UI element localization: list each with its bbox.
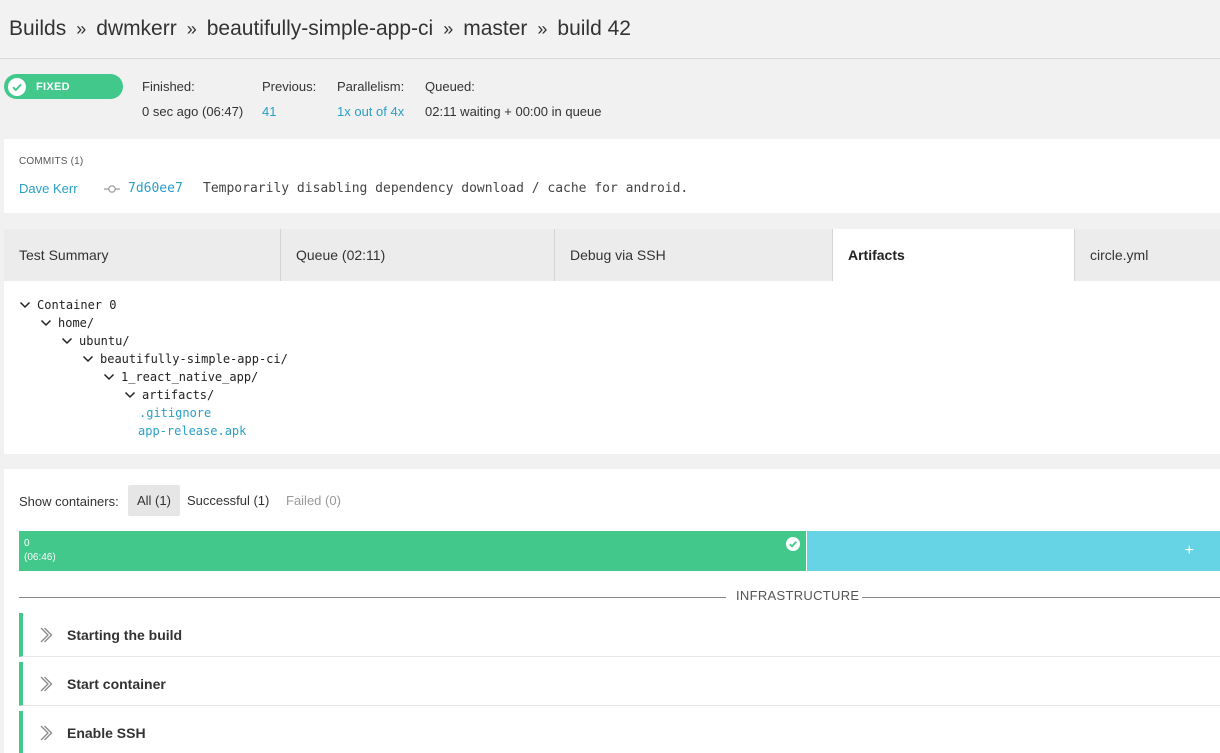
chevron-down-icon — [82, 355, 94, 363]
tree-node-container[interactable]: Container 0 — [19, 298, 116, 312]
status-badge: FIXED — [4, 74, 123, 99]
artifact-file-link[interactable]: .gitignore — [139, 406, 211, 420]
tab-circle-yml[interactable]: circle.yml — [1075, 229, 1220, 281]
tree-node-label: home/ — [58, 316, 95, 330]
tree-node-folder[interactable]: artifacts/ — [124, 388, 214, 402]
filter-successful-button[interactable]: Successful (1) — [178, 485, 278, 516]
tree-node-label: beautifully-simple-app-ci/ — [100, 352, 288, 366]
finished-value: 0 sec ago (06:47) — [142, 104, 244, 119]
plus-icon: + — [1184, 542, 1194, 559]
parallelism-info: Parallelism: 1x out of 4x — [337, 79, 404, 119]
tab-artifacts[interactable]: Artifacts — [833, 229, 1075, 281]
breadcrumb-user[interactable]: dwmkerr — [96, 17, 177, 41]
step-name: Start container — [67, 675, 166, 692]
commit-message: Temporarily disabling dependency downloa… — [203, 181, 689, 196]
tree-node-folder[interactable]: ubuntu/ — [61, 334, 130, 348]
filter-all-button[interactable]: All (1) — [128, 485, 180, 516]
commit-author-link[interactable]: Dave Kerr — [19, 181, 78, 196]
chevron-down-icon — [19, 301, 31, 309]
build-step-enable-ssh[interactable]: Enable SSH — [19, 711, 1220, 753]
breadcrumb-branch[interactable]: master — [463, 17, 527, 41]
breadcrumb-separator: » — [443, 18, 454, 39]
commit-icon — [104, 182, 120, 200]
breadcrumb-separator: » — [186, 18, 197, 39]
chevron-right-icon — [40, 627, 53, 642]
queued-label: Queued: — [425, 79, 475, 94]
parallelism-link[interactable]: 1x out of 4x — [337, 104, 404, 119]
tree-node-label: 1_react_native_app/ — [121, 370, 259, 384]
chevron-right-icon — [40, 725, 53, 740]
artifact-file-link[interactable]: app-release.apk — [138, 424, 246, 438]
build-step-starting-build[interactable]: Starting the build — [19, 613, 1220, 657]
check-circle-icon — [786, 537, 800, 551]
commits-title: COMMITS (1) — [19, 156, 84, 167]
chevron-down-icon — [40, 319, 52, 327]
breadcrumb-builds[interactable]: Builds — [9, 17, 66, 41]
finished-info: Finished: 0 sec ago (06:47) — [142, 79, 243, 119]
breadcrumb-build: build 42 — [557, 17, 631, 40]
previous-build-link[interactable]: 41 — [262, 104, 316, 119]
tab-test-summary[interactable]: Test Summary — [4, 229, 281, 281]
infrastructure-heading: INFRASTRUCTURE — [736, 588, 860, 603]
previous-info: Previous: 41 — [262, 79, 316, 119]
breadcrumb-project[interactable]: beautifully-simple-app-ci — [207, 17, 433, 41]
chevron-down-icon — [103, 373, 115, 381]
add-containers-button[interactable]: + — [807, 531, 1220, 571]
breadcrumb: Builds » dwmkerr » beautifully-simple-ap… — [0, 0, 1220, 59]
show-containers-label: Show containers: — [19, 494, 119, 509]
tab-debug-ssh[interactable]: Debug via SSH — [555, 229, 833, 281]
containers-panel: Show containers: All (1) Successful (1) … — [4, 469, 1220, 753]
step-name: Enable SSH — [67, 724, 146, 741]
build-step-start-container[interactable]: Start container — [19, 662, 1220, 706]
finished-label: Finished: — [142, 79, 195, 94]
tree-node-folder[interactable]: home/ — [40, 316, 94, 330]
tree-node-label: artifacts/ — [142, 388, 215, 402]
container-duration: (06:46) — [24, 552, 56, 563]
filter-failed-button[interactable]: Failed (0) — [277, 485, 350, 516]
divider — [19, 597, 726, 598]
breadcrumb-separator: » — [537, 18, 548, 39]
build-tabs: Test Summary Queue (02:11) Debug via SSH… — [4, 229, 1220, 281]
tree-node-label: Container 0 — [37, 298, 117, 312]
container-index: 0 — [24, 538, 30, 549]
breadcrumb-separator: » — [76, 18, 87, 39]
status-badge-label: FIXED — [36, 80, 70, 93]
chevron-right-icon — [40, 676, 53, 691]
tab-queue[interactable]: Queue (02:11) — [281, 229, 555, 281]
previous-label: Previous: — [262, 79, 317, 94]
commit-sha-link[interactable]: 7d60ee7 — [128, 181, 183, 196]
step-name: Starting the build — [67, 626, 183, 643]
tree-node-folder[interactable]: beautifully-simple-app-ci/ — [82, 352, 288, 366]
commits-card: COMMITS (1) Dave Kerr 7d60ee7 Temporaril… — [4, 139, 1220, 213]
chevron-down-icon — [61, 337, 73, 345]
artifacts-panel: Container 0 home/ ubuntu/ beautifully-si… — [4, 281, 1220, 454]
check-circle-icon — [8, 77, 26, 96]
divider — [862, 597, 1220, 598]
chevron-down-icon — [124, 391, 136, 399]
queued-value: 02:11 waiting + 00:00 in queue — [425, 104, 602, 119]
queued-info: Queued: 02:11 waiting + 00:00 in queue — [425, 79, 601, 119]
tree-node-folder[interactable]: 1_react_native_app/ — [103, 370, 258, 384]
tree-node-label: ubuntu/ — [79, 334, 130, 348]
container-bar-0[interactable]: 0 (06:46) — [19, 531, 806, 571]
parallelism-label: Parallelism: — [337, 79, 405, 94]
